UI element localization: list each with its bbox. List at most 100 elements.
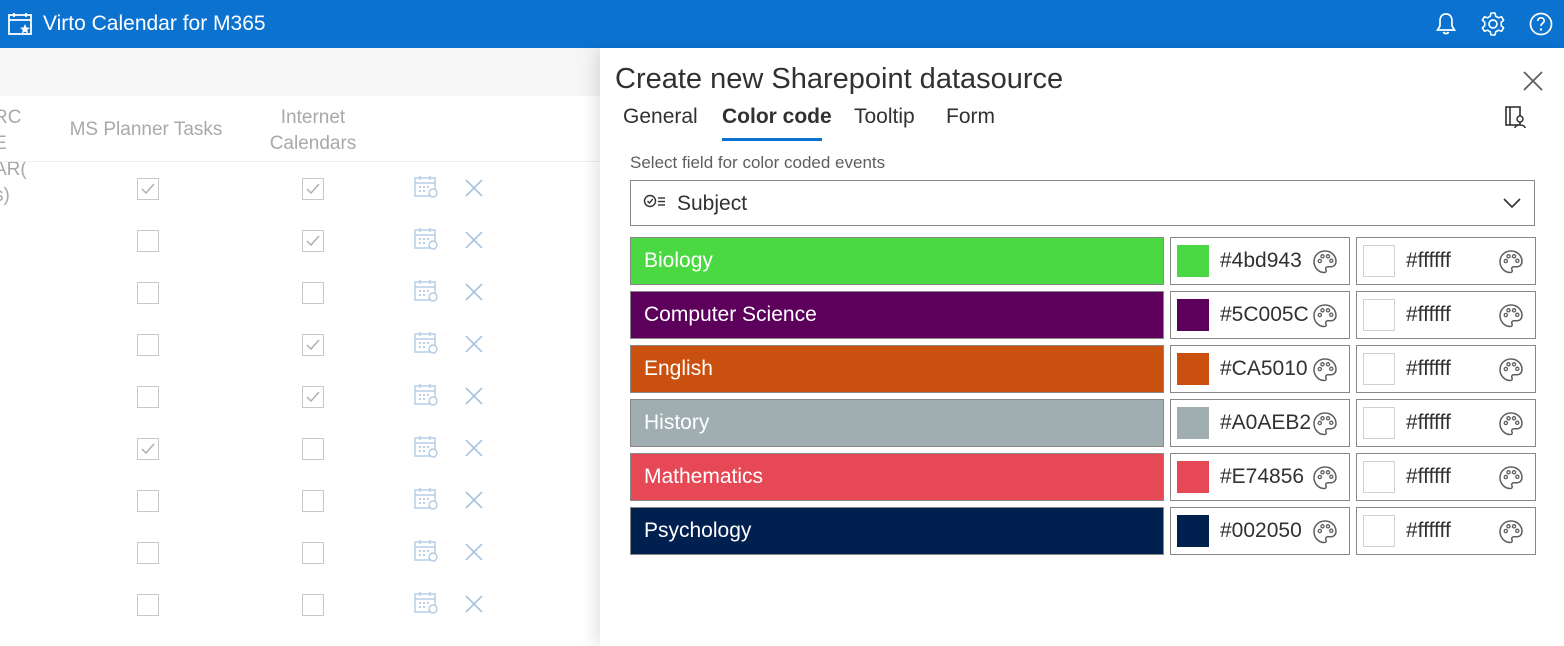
text-color-hex[interactable]: #ffffff — [1406, 249, 1451, 273]
text-color-hex[interactable]: #ffffff — [1406, 519, 1451, 543]
background-color-swatch[interactable] — [1177, 245, 1209, 277]
palette-icon[interactable] — [1311, 248, 1339, 276]
calendar-settings-icon[interactable] — [412, 382, 440, 408]
calendar-settings-icon[interactable] — [412, 590, 440, 616]
palette-icon[interactable] — [1497, 248, 1525, 276]
background-color-picker[interactable]: #5C005C — [1170, 291, 1350, 339]
palette-icon[interactable] — [1497, 464, 1525, 492]
palette-icon[interactable] — [1311, 302, 1339, 330]
text-color-swatch[interactable] — [1363, 461, 1395, 493]
delete-icon[interactable] — [462, 540, 486, 564]
calendar-settings-icon[interactable] — [412, 278, 440, 304]
planner-checkbox[interactable] — [137, 386, 159, 408]
tab-color-code[interactable]: Color code — [722, 103, 832, 131]
internet-checkbox[interactable] — [302, 282, 324, 304]
text-color-picker[interactable]: #ffffff — [1356, 453, 1536, 501]
table-row — [0, 218, 600, 270]
background-color-swatch[interactable] — [1177, 515, 1209, 547]
close-icon[interactable] — [1520, 68, 1546, 94]
palette-icon[interactable] — [1311, 356, 1339, 384]
delete-icon[interactable] — [462, 488, 486, 512]
calendar-settings-icon[interactable] — [412, 226, 440, 252]
planner-checkbox[interactable] — [137, 490, 159, 512]
text-color-picker[interactable]: #ffffff — [1356, 291, 1536, 339]
internet-checkbox[interactable] — [302, 490, 324, 512]
background-color-picker[interactable]: #CA5010 — [1170, 345, 1350, 393]
planner-checkbox[interactable] — [137, 178, 159, 200]
text-color-hex[interactable]: #ffffff — [1406, 465, 1451, 489]
background-color-swatch[interactable] — [1177, 299, 1209, 331]
tab-form[interactable]: Form — [946, 103, 995, 131]
bell-icon[interactable] — [1433, 11, 1459, 37]
category-name: Computer Science — [630, 291, 1164, 339]
background-color-picker[interactable]: #002050 — [1170, 507, 1350, 555]
table-row — [0, 374, 600, 426]
text-color-hex[interactable]: #ffffff — [1406, 411, 1451, 435]
delete-icon[interactable] — [462, 176, 486, 200]
delete-icon[interactable] — [462, 592, 486, 616]
background-color-hex[interactable]: #A0AEB2 — [1220, 411, 1311, 435]
tab-tooltip[interactable]: Tooltip — [854, 103, 915, 131]
calendar-settings-icon[interactable] — [412, 434, 440, 460]
background-color-hex[interactable]: #E74856 — [1220, 465, 1304, 489]
text-color-swatch[interactable] — [1363, 407, 1395, 439]
internet-checkbox[interactable] — [302, 334, 324, 356]
background-color-swatch[interactable] — [1177, 407, 1209, 439]
background-color-swatch[interactable] — [1177, 353, 1209, 385]
palette-icon[interactable] — [1497, 410, 1525, 438]
calendar-settings-icon[interactable] — [412, 330, 440, 356]
gear-icon[interactable] — [1480, 11, 1506, 37]
background-color-picker[interactable]: #A0AEB2 — [1170, 399, 1350, 447]
palette-icon[interactable] — [1311, 518, 1339, 546]
text-color-swatch[interactable] — [1363, 353, 1395, 385]
color-field-dropdown[interactable]: Subject — [630, 180, 1535, 226]
background-color-picker[interactable]: #4bd943 — [1170, 237, 1350, 285]
background-color-hex[interactable]: #5C005C — [1220, 303, 1309, 327]
planner-checkbox[interactable] — [137, 542, 159, 564]
delete-icon[interactable] — [462, 228, 486, 252]
internet-checkbox[interactable] — [302, 594, 324, 616]
tab-general[interactable]: General — [623, 103, 698, 131]
calendar-settings-icon[interactable] — [412, 486, 440, 512]
calendar-settings-icon[interactable] — [412, 538, 440, 564]
palette-icon[interactable] — [1497, 518, 1525, 546]
delete-icon[interactable] — [462, 384, 486, 408]
calendar-settings-icon[interactable] — [412, 174, 440, 200]
palette-icon[interactable] — [1497, 302, 1525, 330]
palette-icon[interactable] — [1311, 410, 1339, 438]
text-color-picker[interactable]: #ffffff — [1356, 507, 1536, 555]
text-color-swatch[interactable] — [1363, 515, 1395, 547]
planner-checkbox[interactable] — [137, 230, 159, 252]
background-color-hex[interactable]: #CA5010 — [1220, 357, 1308, 381]
delete-icon[interactable] — [462, 332, 486, 356]
background-color-hex[interactable]: #002050 — [1220, 519, 1302, 543]
delete-icon[interactable] — [462, 436, 486, 460]
planner-checkbox[interactable] — [137, 282, 159, 304]
background-color-picker[interactable]: #E74856 — [1170, 453, 1350, 501]
internet-checkbox[interactable] — [302, 438, 324, 460]
table-row — [0, 478, 600, 530]
internet-checkbox[interactable] — [302, 178, 324, 200]
planner-checkbox[interactable] — [137, 438, 159, 460]
palette-icon[interactable] — [1497, 356, 1525, 384]
internet-checkbox[interactable] — [302, 230, 324, 252]
palette-icon[interactable] — [1311, 464, 1339, 492]
color-row: English #CA5010 #ffffff — [630, 345, 1536, 393]
background-color-hex[interactable]: #4bd943 — [1220, 249, 1302, 273]
text-color-picker[interactable]: #ffffff — [1356, 399, 1536, 447]
text-color-hex[interactable]: #ffffff — [1406, 357, 1451, 381]
text-color-swatch[interactable] — [1363, 299, 1395, 331]
book-user-icon[interactable] — [1502, 104, 1528, 130]
planner-checkbox[interactable] — [137, 594, 159, 616]
internet-checkbox[interactable] — [302, 386, 324, 408]
text-color-swatch[interactable] — [1363, 245, 1395, 277]
text-color-picker[interactable]: #ffffff — [1356, 345, 1536, 393]
help-icon[interactable] — [1528, 11, 1554, 37]
internet-checkbox[interactable] — [302, 542, 324, 564]
text-color-picker[interactable]: #ffffff — [1356, 237, 1536, 285]
text-color-hex[interactable]: #ffffff — [1406, 303, 1451, 327]
delete-icon[interactable] — [462, 280, 486, 304]
color-row: History #A0AEB2 #ffffff — [630, 399, 1536, 447]
background-color-swatch[interactable] — [1177, 461, 1209, 493]
planner-checkbox[interactable] — [137, 334, 159, 356]
